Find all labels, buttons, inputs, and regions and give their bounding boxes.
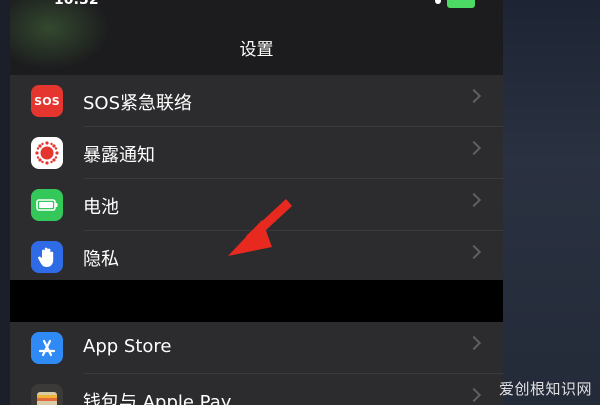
- background-left: [0, 0, 10, 405]
- settings-screen: 10:32 设置 SOS SOS紧急联络 暴露通知 电池 隐私 App Stor…: [10, 0, 503, 405]
- watermark: 爱创根知识网: [498, 380, 592, 398]
- annotation-arrow-icon: [228, 199, 292, 256]
- background-right: [503, 0, 600, 405]
